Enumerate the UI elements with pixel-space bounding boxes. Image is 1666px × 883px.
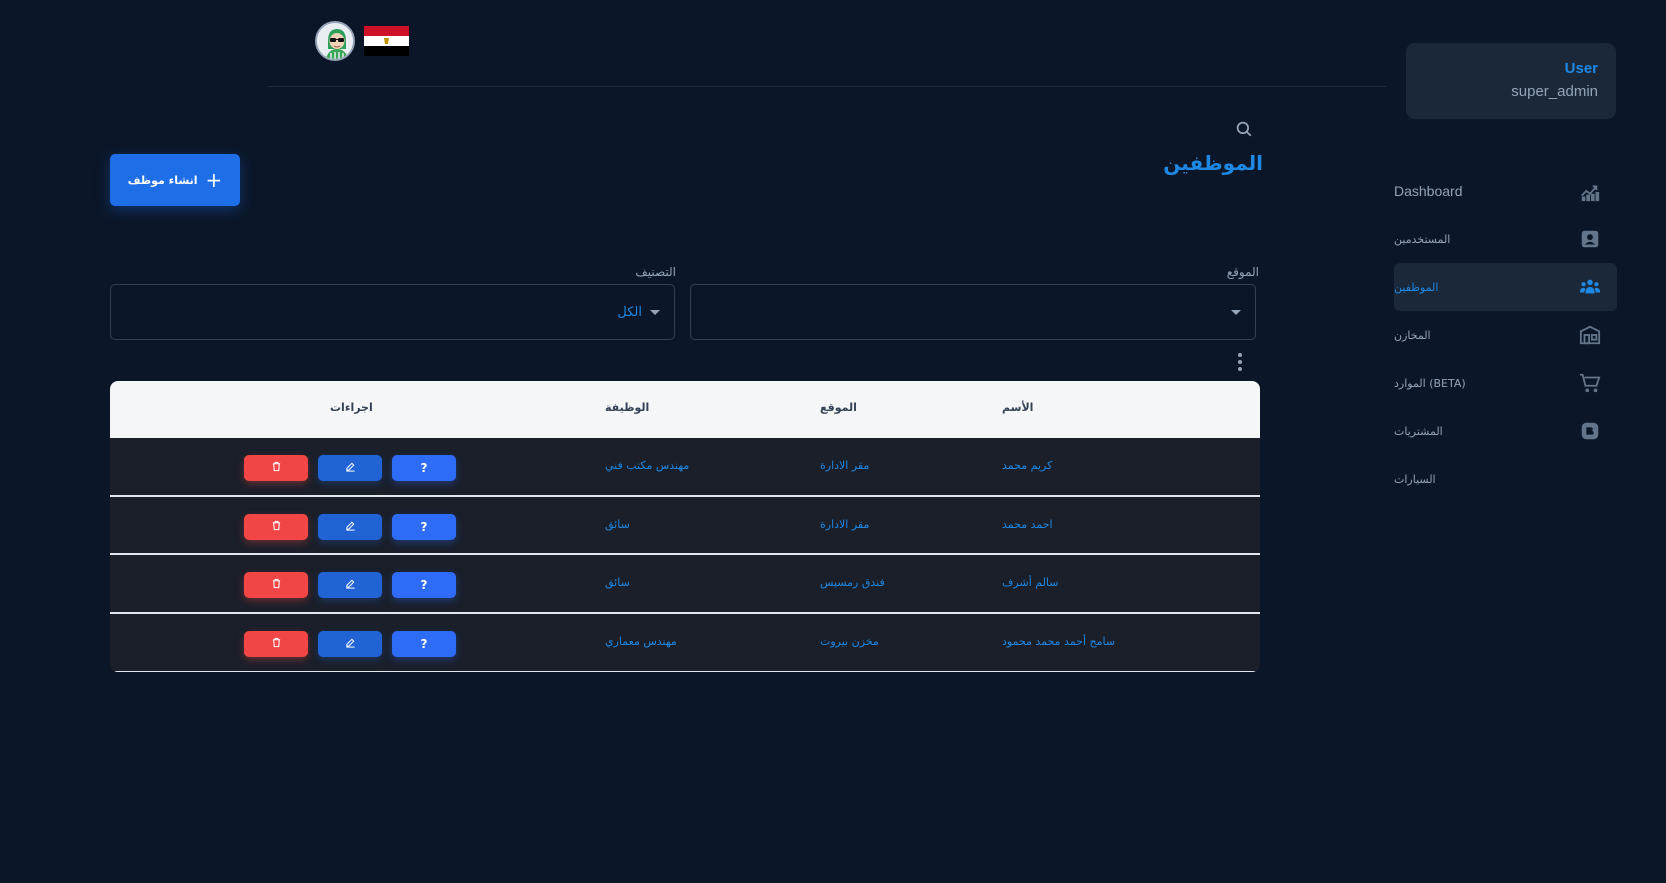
sidebar-item-employees[interactable]: الموظفين	[1394, 263, 1617, 311]
delete-button[interactable]	[244, 455, 308, 481]
trash-icon	[271, 578, 282, 592]
cart-icon	[1578, 371, 1602, 395]
employee-name-cell[interactable]: احمد محمد	[1002, 518, 1053, 531]
details-button[interactable]: ?	[392, 572, 456, 598]
warehouse-icon	[1578, 323, 1602, 347]
employee-location-cell: فندق رمسيس	[820, 576, 885, 589]
employee-location-cell: مقر الادارة	[820, 517, 870, 531]
user-avatar-icon[interactable]	[315, 21, 355, 61]
edit-button[interactable]	[318, 455, 382, 481]
details-button[interactable]: ?	[392, 630, 456, 657]
user-card[interactable]: User super_admin	[1406, 43, 1616, 119]
details-button[interactable]: ?	[392, 455, 456, 481]
employees-table: الأسم الموقع الوظيفة اجراءات كريم محمد مق…	[110, 381, 1260, 672]
employee-location-cell: مخزن بيروت	[820, 634, 879, 648]
column-header-actions: اجراءات	[330, 401, 373, 414]
table-header: الأسم الموقع الوظيفة اجراءات	[110, 381, 1260, 438]
sidebar-item-warehouses[interactable]: المخازن	[1394, 311, 1617, 359]
create-employee-button[interactable]: انشاء موظف +	[110, 154, 240, 206]
header-divider	[268, 86, 1386, 87]
table-row[interactable]: كريم محمد مقر الادارة مهندس مكتب فني?	[110, 438, 1260, 497]
question-icon: ?	[420, 636, 428, 651]
location-filter-label: الموقع	[1226, 265, 1259, 279]
table-row[interactable]: سامح أحمد محمد محمود مخزن بيروت مهندس معما…	[110, 614, 1260, 672]
create-employee-label: انشاء موظف	[127, 173, 198, 187]
sidebar-item-dashboard[interactable]: Dashboard	[1394, 167, 1617, 215]
question-icon: ?	[420, 578, 428, 592]
search-icon[interactable]	[1235, 120, 1253, 138]
pencil-icon	[345, 578, 356, 592]
category-filter-select[interactable]: الكل	[110, 284, 675, 340]
edit-button[interactable]	[318, 630, 382, 657]
trash-icon	[271, 461, 282, 475]
trash-icon	[271, 520, 282, 534]
user-role: super_admin	[1511, 83, 1598, 100]
employee-name-cell[interactable]: سالم أشرف	[1002, 576, 1058, 589]
sidebar-item-purchases[interactable]: المشتريات	[1394, 407, 1617, 455]
details-button[interactable]: ?	[392, 513, 456, 540]
employee-job-cell: سائق	[605, 576, 630, 589]
edit-button[interactable]	[318, 513, 382, 540]
edit-button[interactable]	[318, 572, 382, 598]
employee-name-cell[interactable]: سامح أحمد محمد محمود	[1002, 635, 1115, 648]
pencil-icon	[345, 520, 356, 534]
plus-icon: +	[205, 168, 223, 192]
delete-button[interactable]	[244, 572, 308, 598]
chart-icon	[1578, 179, 1602, 203]
sidebar-item-label: المستخدمين	[1394, 232, 1451, 246]
trash-icon	[271, 637, 282, 651]
employee-job-cell: مهندس معماري	[605, 634, 677, 648]
chevron-down-icon	[1231, 309, 1241, 315]
location-filter-select[interactable]	[690, 284, 1256, 340]
question-icon: ?	[420, 461, 428, 475]
pencil-icon	[345, 637, 356, 651]
employee-job-cell: مهندس مكتب فني	[605, 459, 690, 472]
delete-button[interactable]	[244, 513, 308, 540]
delete-button[interactable]	[244, 630, 308, 657]
sidebar-item-label: المشتريات	[1394, 424, 1443, 438]
question-icon: ?	[420, 519, 428, 534]
category-filter-value: الكل	[617, 304, 642, 320]
column-header-name[interactable]: الأسم	[1002, 401, 1033, 414]
table-row[interactable]: احمد محمد مقر الادارة سائق?	[110, 497, 1260, 555]
pencil-icon	[345, 461, 356, 475]
sidebar-nav: Dashboard المستخدمين الموظفين المخازن ال…	[1394, 167, 1617, 503]
user-name: User	[1564, 60, 1598, 77]
table-row[interactable]: سالم أشرف فندق رمسيس سائق?	[110, 555, 1260, 614]
group-icon	[1578, 275, 1602, 299]
sidebar-item-label: الموارد (BETA)	[1394, 376, 1466, 390]
sidebar-item-cars[interactable]: السيارات	[1394, 455, 1617, 503]
purchases-icon	[1578, 419, 1602, 443]
category-filter-label: التصنيف	[635, 265, 676, 279]
sidebar-item-label: الموظفين	[1394, 280, 1439, 294]
more-options-icon[interactable]	[1237, 353, 1243, 371]
user-icon	[1578, 227, 1602, 251]
chevron-down-icon	[650, 309, 660, 315]
sidebar-item-label: المخازن	[1394, 328, 1431, 342]
sidebar-item-users[interactable]: المستخدمين	[1394, 215, 1617, 263]
page-title: الموظفين	[1163, 151, 1263, 175]
column-header-location[interactable]: الموقع	[820, 401, 857, 414]
employee-name-cell[interactable]: كريم محمد	[1002, 459, 1052, 472]
employee-location-cell: مقر الادارة	[820, 459, 870, 472]
sidebar-item-label: Dashboard	[1394, 183, 1463, 199]
app-root: User super_admin Dashboard المستخدمين ال…	[0, 0, 1666, 883]
employee-job-cell: سائق	[605, 517, 630, 531]
egypt-flag-icon[interactable]	[364, 26, 409, 56]
sidebar-item-resources[interactable]: الموارد (BETA)	[1394, 359, 1617, 407]
sidebar-item-label: السيارات	[1394, 472, 1436, 486]
car-icon	[1578, 467, 1602, 491]
column-header-job[interactable]: الوظيفة	[605, 401, 649, 414]
